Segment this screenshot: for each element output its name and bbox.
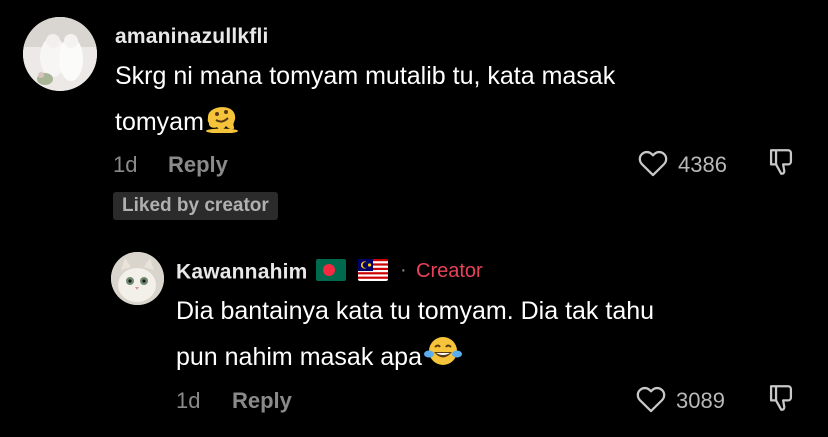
comment-username[interactable]: amaninazullkfli	[115, 25, 269, 49]
dislike-icon[interactable]	[764, 382, 798, 421]
reply-button[interactable]: Reply	[168, 152, 228, 178]
avatar[interactable]	[23, 17, 97, 91]
reply-text-segment: pun nahim masak apa	[176, 343, 422, 372]
comment-text-line: Skrg ni mana tomyam mutalib tu, kata mas…	[115, 62, 616, 90]
reply-button[interactable]: Reply	[232, 388, 292, 414]
reply-text-line: Dia bantainya kata tu tomyam. Dia tak ta…	[176, 297, 655, 325]
avatar[interactable]	[111, 252, 164, 305]
reply-username-row: Kawannahim	[176, 259, 388, 287]
avatar-image	[111, 252, 164, 305]
creator-label: Creator	[416, 260, 483, 282]
like-button[interactable]: 4386	[636, 146, 746, 184]
reply-time: 1d	[176, 388, 201, 413]
comment-time: 1d	[113, 152, 138, 177]
dislike-icon[interactable]	[764, 146, 798, 185]
avatar-image	[23, 17, 97, 91]
reply-text-line: pun nahim masak apa	[176, 334, 796, 383]
separator-dot: ·	[400, 259, 407, 281]
heart-icon	[634, 382, 668, 421]
reply-username[interactable]: Kawannahim	[176, 261, 308, 284]
like-count: 3089	[676, 388, 725, 413]
reply-text: Dia bantainya kata tu tomyam. Dia tak ta…	[176, 289, 796, 383]
comment-text: Skrg ni mana tomyam mutalib tu, kata mas…	[115, 54, 795, 148]
liked-by-creator-badge: Liked by creator	[113, 192, 278, 220]
malaysia-flag-icon	[357, 259, 388, 287]
heart-icon	[636, 146, 670, 185]
like-count: 4386	[678, 152, 727, 177]
melting-face-icon	[204, 99, 240, 148]
comment-text-segment: tomyam	[115, 108, 204, 137]
comment-text-line: tomyam	[115, 99, 795, 148]
like-button[interactable]: 3089	[634, 382, 746, 420]
bangladesh-flag-icon	[315, 259, 346, 287]
face-with-tears-of-joy-icon	[423, 334, 462, 383]
